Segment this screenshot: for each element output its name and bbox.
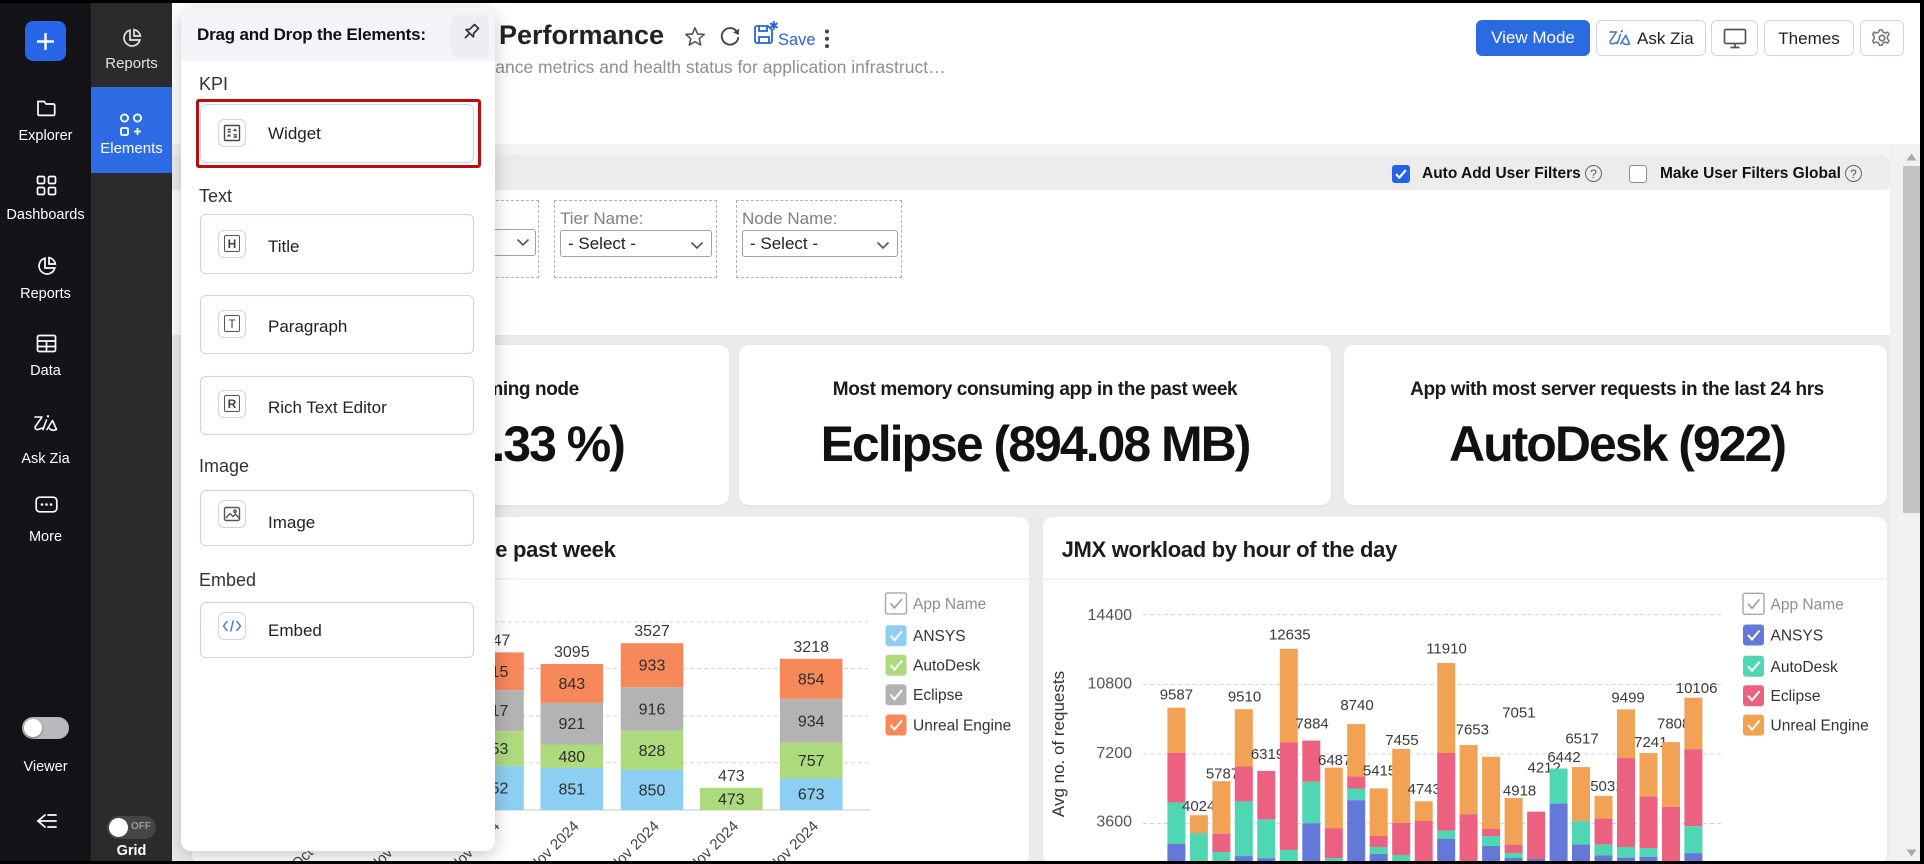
svg-text:12635: 12635 — [1269, 627, 1311, 644]
svg-text:673: 673 — [798, 787, 825, 804]
svg-text:7051: 7051 — [1502, 705, 1535, 722]
svg-text:851: 851 — [558, 782, 585, 799]
svg-text:4918: 4918 — [1503, 783, 1536, 800]
svg-text:473: 473 — [718, 791, 745, 808]
svg-text:854: 854 — [798, 671, 825, 688]
svg-text:7884: 7884 — [1295, 715, 1328, 732]
svg-text:8740: 8740 — [1340, 697, 1373, 714]
svg-text:App Name: App Name — [1771, 596, 1844, 613]
svg-text:3095: 3095 — [554, 644, 590, 661]
svg-text:480: 480 — [558, 749, 585, 766]
svg-text:933: 933 — [639, 658, 666, 675]
svg-text:757: 757 — [798, 753, 825, 770]
svg-text:10800: 10800 — [1088, 675, 1133, 692]
svg-text:7200: 7200 — [1096, 745, 1132, 762]
svg-text:828: 828 — [639, 743, 666, 760]
svg-text:6517: 6517 — [1565, 731, 1598, 748]
svg-text:850: 850 — [639, 782, 666, 799]
svg-text:916: 916 — [639, 702, 666, 719]
svg-text:3600: 3600 — [1096, 813, 1132, 830]
svg-text:7455: 7455 — [1385, 732, 1418, 749]
svg-text:14400: 14400 — [1088, 607, 1133, 624]
svg-text:AutoDesk: AutoDesk — [913, 658, 980, 675]
svg-text:6442: 6442 — [1547, 749, 1580, 766]
svg-text:JMX workload by hour of the da: JMX workload by hour of the day — [1062, 537, 1398, 562]
svg-text:4024: 4024 — [1182, 798, 1215, 815]
svg-text:5787: 5787 — [1206, 766, 1239, 783]
svg-text:6487: 6487 — [1318, 752, 1351, 769]
svg-text:10106: 10106 — [1676, 680, 1718, 697]
svg-text:934: 934 — [798, 713, 825, 730]
svg-text:11910: 11910 — [1426, 641, 1467, 658]
svg-text:Eclipse: Eclipse — [1771, 688, 1821, 705]
svg-text:Unreal Engine: Unreal Engine — [913, 718, 1011, 735]
svg-text:4743: 4743 — [1408, 781, 1441, 798]
svg-text:ANSYS: ANSYS — [1771, 628, 1824, 645]
svg-text:ANSYS: ANSYS — [913, 628, 966, 645]
svg-text:9510: 9510 — [1228, 689, 1261, 706]
svg-text:3527: 3527 — [634, 623, 670, 640]
svg-text:843: 843 — [558, 676, 585, 693]
svg-text:Eclipse: Eclipse — [913, 687, 963, 704]
svg-text:6319: 6319 — [1251, 746, 1284, 763]
svg-text:921: 921 — [558, 716, 585, 733]
svg-text:AutoDesk: AutoDesk — [1771, 659, 1838, 676]
svg-text:473: 473 — [718, 768, 745, 785]
svg-text:7653: 7653 — [1456, 721, 1489, 738]
svg-text:9499: 9499 — [1611, 689, 1644, 706]
svg-text:9587: 9587 — [1160, 687, 1193, 704]
svg-text:Unreal Engine: Unreal Engine — [1771, 718, 1869, 735]
svg-text:App Name: App Name — [913, 596, 986, 613]
svg-text:5415: 5415 — [1363, 763, 1396, 780]
svg-text:3218: 3218 — [793, 639, 829, 656]
svg-text:Avg no. of requests: Avg no. of requests — [1049, 671, 1068, 817]
